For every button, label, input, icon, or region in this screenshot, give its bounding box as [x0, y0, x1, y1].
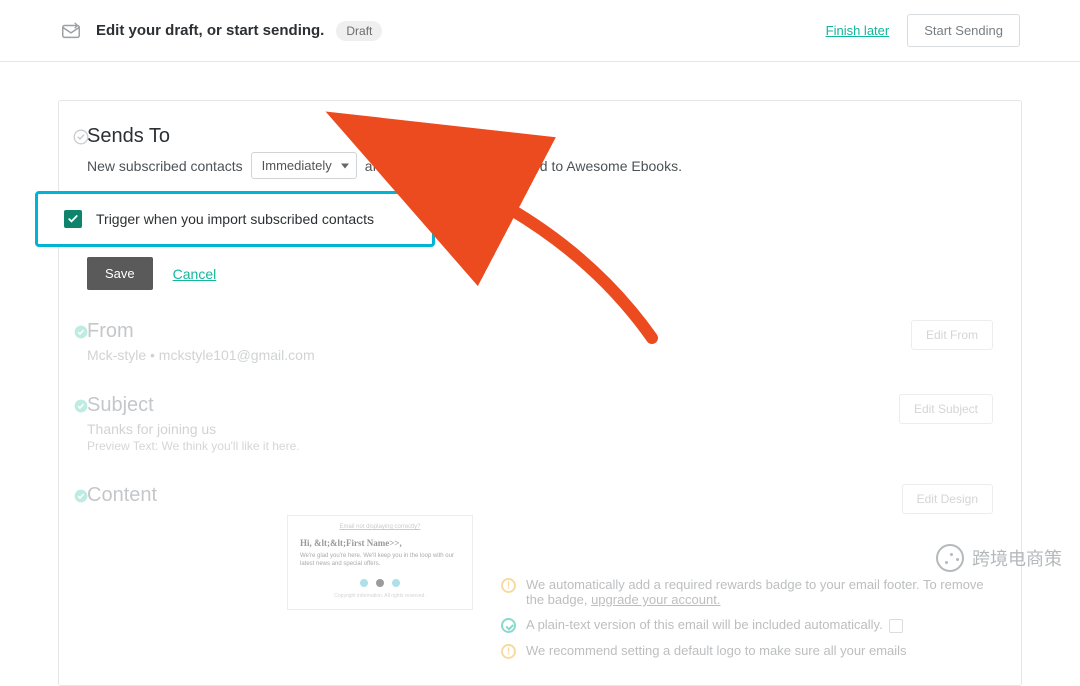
section-subject: Subject Thanks for joining us Preview Te…: [87, 379, 993, 469]
topbar: Edit your draft, or start sending. Draft…: [0, 0, 1080, 62]
trigger-import-highlight: Trigger when you import subscribed conta…: [35, 191, 435, 247]
warning-icon: [501, 644, 516, 659]
save-button[interactable]: Save: [87, 257, 153, 290]
edit-from-button[interactable]: Edit From: [911, 320, 993, 350]
check-circle-icon: [73, 488, 89, 504]
trigger-import-checkbox[interactable]: [64, 210, 82, 228]
email-preview-thumbnail[interactable]: Email not displaying correctly? Hi, &lt;…: [287, 515, 473, 610]
subject-value: Thanks for joining us: [87, 421, 993, 437]
upgrade-account-link[interactable]: upgrade your account.: [591, 592, 720, 607]
sends-to-suffix: after they join or are imported to Aweso…: [365, 158, 682, 174]
watermark-text: 跨境电商策: [972, 545, 1062, 571]
timing-select[interactable]: Immediately: [251, 152, 357, 179]
note-default-logo: We recommend setting a default logo to m…: [501, 643, 993, 659]
from-value: Mck-style • mckstyle101@gmail.com: [87, 347, 993, 363]
finish-later-link[interactable]: Finish later: [826, 23, 890, 38]
note-rewards-badge: We automatically add a required rewards …: [501, 577, 993, 607]
section-from: From Mck-style • mckstyle101@gmail.com E…: [87, 306, 993, 379]
note-text: A plain-text version of this email will …: [526, 617, 883, 632]
check-circle-icon: [73, 324, 89, 340]
from-title: From: [87, 320, 993, 343]
preview-body: We're glad you're here. We'll keep you i…: [300, 552, 460, 569]
preview-greeting: Hi, &lt;&lt;First Name>>,: [300, 538, 460, 548]
note-text: We recommend setting a default logo to m…: [526, 643, 907, 658]
content-notes: We automatically add a required rewards …: [501, 515, 993, 669]
edit-icon[interactable]: [889, 619, 903, 633]
edit-subject-button[interactable]: Edit Subject: [899, 394, 993, 424]
subject-preview: Preview Text: We think you'll like it he…: [87, 439, 993, 453]
section-sends-to: Sends To New subscribed contacts Immedia…: [87, 111, 993, 306]
warning-icon: [501, 578, 516, 593]
check-circle-icon: [73, 129, 89, 145]
watermark: 跨境电商策: [936, 544, 1062, 572]
draft-badge: Draft: [336, 21, 382, 41]
wechat-icon: [936, 544, 964, 572]
trigger-import-label: Trigger when you import subscribed conta…: [96, 211, 374, 227]
content-title: Content: [87, 484, 993, 507]
campaign-card: Sends To New subscribed contacts Immedia…: [58, 100, 1022, 686]
subject-title: Subject: [87, 394, 993, 417]
start-sending-button[interactable]: Start Sending: [907, 14, 1020, 47]
cancel-link[interactable]: Cancel: [173, 266, 217, 282]
edit-design-button[interactable]: Edit Design: [902, 484, 993, 514]
chevron-down-icon: [341, 163, 349, 168]
sends-to-prefix: New subscribed contacts: [87, 158, 243, 174]
topbar-title: Edit your draft, or start sending.: [96, 22, 324, 39]
preview-header-link: Email not displaying correctly?: [300, 524, 460, 530]
preview-social-icons: [300, 579, 460, 587]
check-icon: [501, 618, 516, 633]
sends-to-title: Sends To: [87, 125, 993, 148]
note-plaintext: A plain-text version of this email will …: [501, 617, 993, 633]
check-circle-icon: [73, 398, 89, 414]
timing-select-value: Immediately: [262, 158, 332, 173]
section-content: Content Edit Design Email not displaying…: [87, 469, 993, 685]
mail-outbox-icon: [60, 20, 82, 42]
